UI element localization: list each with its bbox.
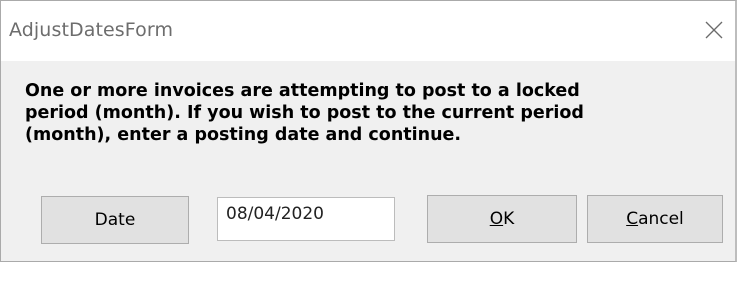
locked-period-message: One or more invoices are attempting to p… [25,81,584,145]
window-title: AdjustDatesForm [9,19,174,41]
posting-date-input[interactable] [217,197,395,241]
cancel-button-label: Cancel [626,209,684,229]
close-icon [705,21,723,39]
title-bar: AdjustDatesForm [1,1,735,61]
ok-label-rest: K [503,209,515,229]
ok-button-label: OK [490,209,515,229]
ok-mnemonic: O [489,209,504,229]
cancel-label-rest: ancel [638,209,684,229]
ok-button[interactable]: OK [427,195,577,243]
adjust-dates-dialog: AdjustDatesForm One or more invoices are… [0,0,737,262]
close-button[interactable] [693,9,735,51]
cancel-button[interactable]: Cancel [587,195,723,243]
cancel-mnemonic: C [626,209,639,229]
date-button-label: Date [94,210,136,230]
date-button[interactable]: Date [41,196,189,244]
